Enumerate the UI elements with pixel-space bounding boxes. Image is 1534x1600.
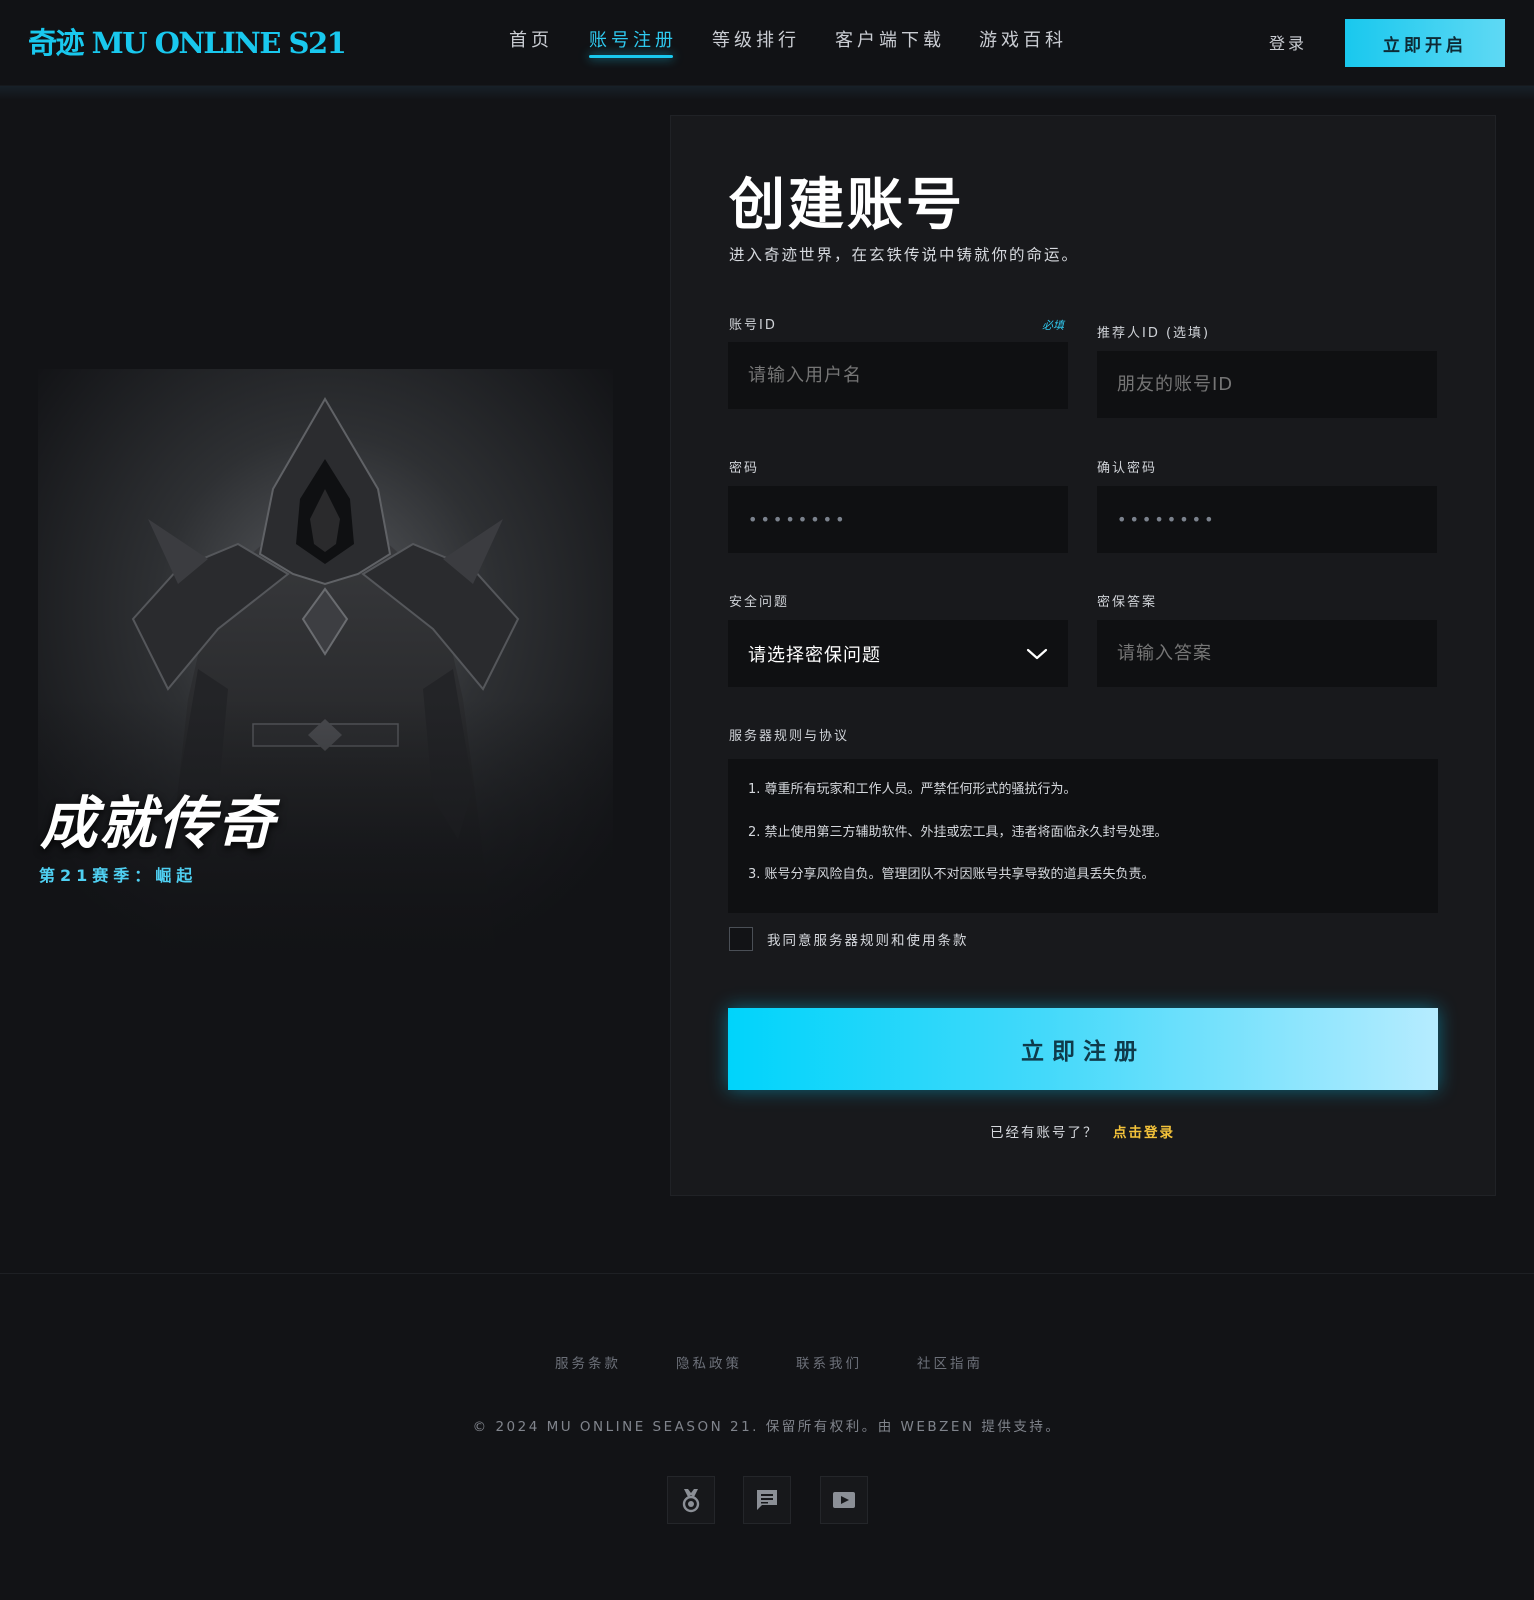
- hero-subtitle: 第21赛季：崛起: [39, 866, 198, 885]
- rule-item: 3. 账号分享风险自负。管理团队不对因账号共享导致的道具丢失负责。: [748, 867, 1155, 882]
- nav-wiki[interactable]: 游戏百科: [979, 26, 1067, 52]
- nav-download[interactable]: 客户端下载: [835, 26, 945, 52]
- hero-title: 成就传奇: [40, 791, 276, 857]
- security-answer-input[interactable]: [1097, 620, 1437, 687]
- chat-icon: [757, 1490, 777, 1510]
- security-answer-label: 密保答案: [1097, 595, 1158, 610]
- account-id-input[interactable]: [728, 342, 1068, 409]
- register-button[interactable]: 立即注册: [728, 1008, 1438, 1090]
- required-tag: 必填: [1042, 319, 1064, 332]
- rule-item: 1. 尊重所有玩家和工作人员。严禁任何形式的骚扰行为。: [748, 782, 1077, 797]
- confirm-password-input[interactable]: ••••••••: [1097, 486, 1437, 553]
- form-description: 进入奇迹世界，在玄铁传说中铸就你的命运。: [729, 246, 1080, 264]
- form-title: 创建账号: [729, 173, 965, 238]
- header-login-link[interactable]: 登录: [1269, 30, 1307, 54]
- login-link[interactable]: 点击登录: [1113, 1121, 1175, 1141]
- confirm-password-label: 确认密码: [1097, 461, 1158, 476]
- medal-icon: [682, 1489, 700, 1513]
- footer-link-terms[interactable]: 服务条款: [555, 1352, 621, 1372]
- rules-box[interactable]: 1. 尊重所有玩家和工作人员。严禁任何形式的骚扰行为。 2. 禁止使用第三方辅助…: [728, 759, 1438, 913]
- social-chat-button[interactable]: [743, 1476, 791, 1524]
- nav-register[interactable]: 账号注册: [589, 26, 677, 52]
- nav-home[interactable]: 首页: [509, 26, 553, 52]
- chevron-down-icon: [1026, 648, 1048, 659]
- password-label: 密码: [729, 461, 760, 476]
- footer-link-contact[interactable]: 联系我们: [796, 1352, 862, 1372]
- social-medal-button[interactable]: [667, 1476, 715, 1524]
- header-glow: [0, 86, 1534, 100]
- rules-label: 服务器规则与协议: [729, 729, 850, 744]
- social-video-button[interactable]: [820, 1476, 868, 1524]
- video-icon: [833, 1492, 855, 1508]
- footer-link-guidelines[interactable]: 社区指南: [917, 1352, 983, 1372]
- password-input[interactable]: ••••••••: [728, 486, 1068, 553]
- footer-link-privacy[interactable]: 隐私政策: [676, 1352, 742, 1372]
- account-id-label: 账号ID: [729, 318, 777, 333]
- agree-label: 我同意服务器规则和使用条款: [767, 933, 969, 949]
- agree-checkbox[interactable]: [729, 927, 753, 951]
- security-question-select[interactable]: 请选择密保问题: [728, 620, 1068, 687]
- security-question-label: 安全问题: [729, 595, 790, 610]
- top-header: 奇迹 MU ONLINE S21 首页 账号注册 等级排行 客户端下载 游戏百科…: [0, 0, 1534, 86]
- referrer-id-label: 推荐人ID (选填): [1097, 326, 1211, 341]
- start-now-button[interactable]: 立即开启: [1345, 19, 1505, 67]
- footer-divider: [0, 1273, 1534, 1274]
- nav-ranking[interactable]: 等级排行: [712, 26, 800, 52]
- have-account-text: 已经有账号了？: [990, 1125, 1099, 1141]
- referrer-id-input[interactable]: [1097, 351, 1437, 418]
- copyright-text: © 2024 MU ONLINE SEASON 21. 保留所有权利。由 WEB…: [472, 1419, 1062, 1435]
- active-nav-indicator: [589, 55, 673, 58]
- rule-item: 2. 禁止使用第三方辅助软件、外挂或宏工具，违者将面临永久封号处理。: [748, 824, 1168, 840]
- security-question-value: 请选择密保问题: [748, 644, 881, 666]
